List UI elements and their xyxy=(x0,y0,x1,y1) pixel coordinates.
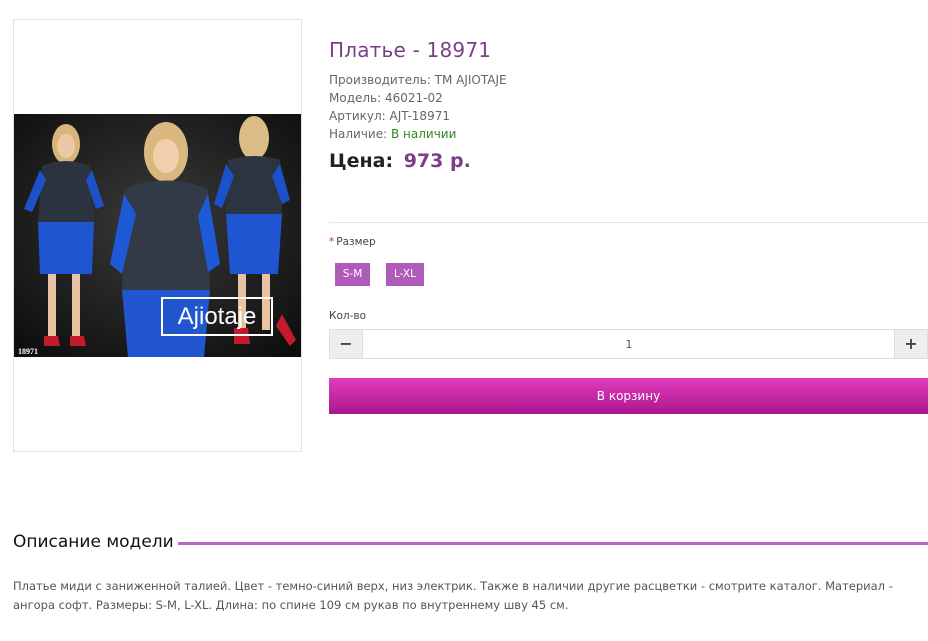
availability-label: Наличие: xyxy=(329,127,388,141)
divider xyxy=(329,222,928,223)
product-photo-image: Ajiotaje 18971 xyxy=(14,114,301,357)
size-label: * Размер xyxy=(329,236,376,248)
quantity-label: Кол-во xyxy=(329,310,366,322)
product-meta: Производитель: ТМ AJIOTAJE Модель: 46021… xyxy=(329,71,507,143)
add-to-cart-button[interactable]: В корзину xyxy=(329,378,928,414)
description-divider xyxy=(178,542,928,545)
manufacturer: Производитель: ТМ AJIOTAJE xyxy=(329,73,507,87)
description-heading: Описание модели xyxy=(13,532,174,552)
price-label: Цена: xyxy=(329,150,394,172)
size-option-s-m[interactable]: S-M xyxy=(335,263,370,286)
price: Цена: 973 р. xyxy=(329,150,471,172)
quantity-input[interactable] xyxy=(363,330,895,358)
availability: Наличие: В наличии xyxy=(329,125,507,143)
brand-watermark: Ajiotaje xyxy=(178,303,257,330)
product-photo[interactable]: Ajiotaje 18971 xyxy=(14,114,301,357)
price-value: 973 р. xyxy=(403,150,471,172)
required-mark: * xyxy=(329,236,335,248)
product-title: Платье - 18971 xyxy=(329,38,492,62)
size-option-l-xl[interactable]: L-XL xyxy=(386,263,424,286)
description-text: Платье миди с заниженной талией. Цвет - … xyxy=(13,579,893,612)
size-label-text: Размер xyxy=(336,236,376,248)
photo-code: 18971 xyxy=(18,347,38,356)
quantity-increase-button[interactable]: + xyxy=(894,330,927,358)
quantity-stepper: − + xyxy=(329,329,928,359)
model: Модель: 46021-02 xyxy=(329,91,443,105)
sku: Артикул: AJT-18971 xyxy=(329,109,450,123)
quantity-decrease-button[interactable]: − xyxy=(330,330,363,358)
availability-value: В наличии xyxy=(391,127,457,141)
product-image-box[interactable]: Ajiotaje 18971 xyxy=(13,19,302,452)
